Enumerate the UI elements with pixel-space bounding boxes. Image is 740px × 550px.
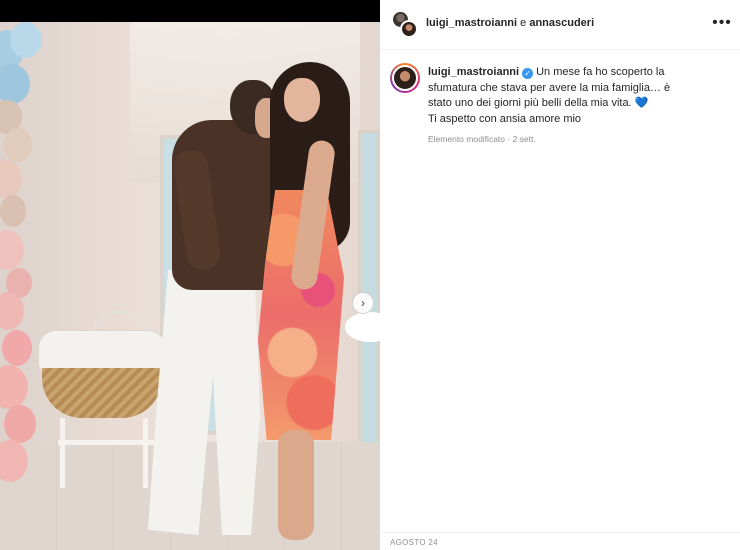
photo-top-bar [0, 0, 380, 22]
header-user-primary[interactable]: luigi_mastroianni [426, 17, 517, 29]
bassinet-linen [38, 330, 166, 372]
bassinet-crossbar [58, 440, 154, 445]
bassinet-stand [60, 418, 148, 488]
avatar-icon [392, 65, 418, 91]
blue-heart-icon: 💙 [634, 97, 649, 109]
balloon-blue [10, 22, 42, 58]
balloon-pink [4, 405, 36, 443]
post-date: AGOSTO 24 [390, 538, 438, 547]
next-photo-button[interactable]: › [352, 292, 374, 314]
post-photo[interactable]: › [0, 0, 380, 550]
window-right [358, 130, 380, 450]
caption-line-2: Ti aspetto con ansia amore mio [428, 112, 582, 125]
balloon-beige [4, 128, 32, 162]
ellipsis-icon: ••• [712, 14, 732, 31]
post-sidebar: luigi_mastroianni e annascuderi ••• luig… [380, 0, 740, 550]
post-header: luigi_mastroianni e annascuderi ••• [380, 0, 740, 50]
verified-badge-icon: ✓ [522, 68, 534, 79]
caption-body: luigi_mastroianni ✓ Un mese fa ho scoperto… [428, 65, 688, 148]
footer-divider [380, 532, 740, 533]
header-user-secondary[interactable]: annascuderi [529, 17, 594, 29]
caption-username[interactable]: luigi_mastroianni [428, 66, 519, 78]
chevron-right-icon: › [361, 296, 365, 310]
instagram-post: › luigi_mastroianni e annascuderi ••• lu… [0, 0, 740, 550]
balloon-pink [2, 330, 32, 366]
caption-avatar[interactable] [390, 63, 420, 93]
bassinet-basket [42, 368, 162, 418]
balloon-beige [0, 195, 26, 227]
woman-leg [278, 430, 314, 540]
header-connector: e [520, 17, 527, 29]
collab-avatars[interactable] [392, 11, 418, 39]
woman-face [284, 78, 320, 122]
caption-meta: Elemento modificato · 2 sett. [428, 134, 536, 144]
avatar-icon [400, 20, 418, 38]
header-usernames: luigi_mastroianni e annascuderi [426, 17, 594, 29]
more-options-button[interactable]: ••• [712, 14, 732, 34]
